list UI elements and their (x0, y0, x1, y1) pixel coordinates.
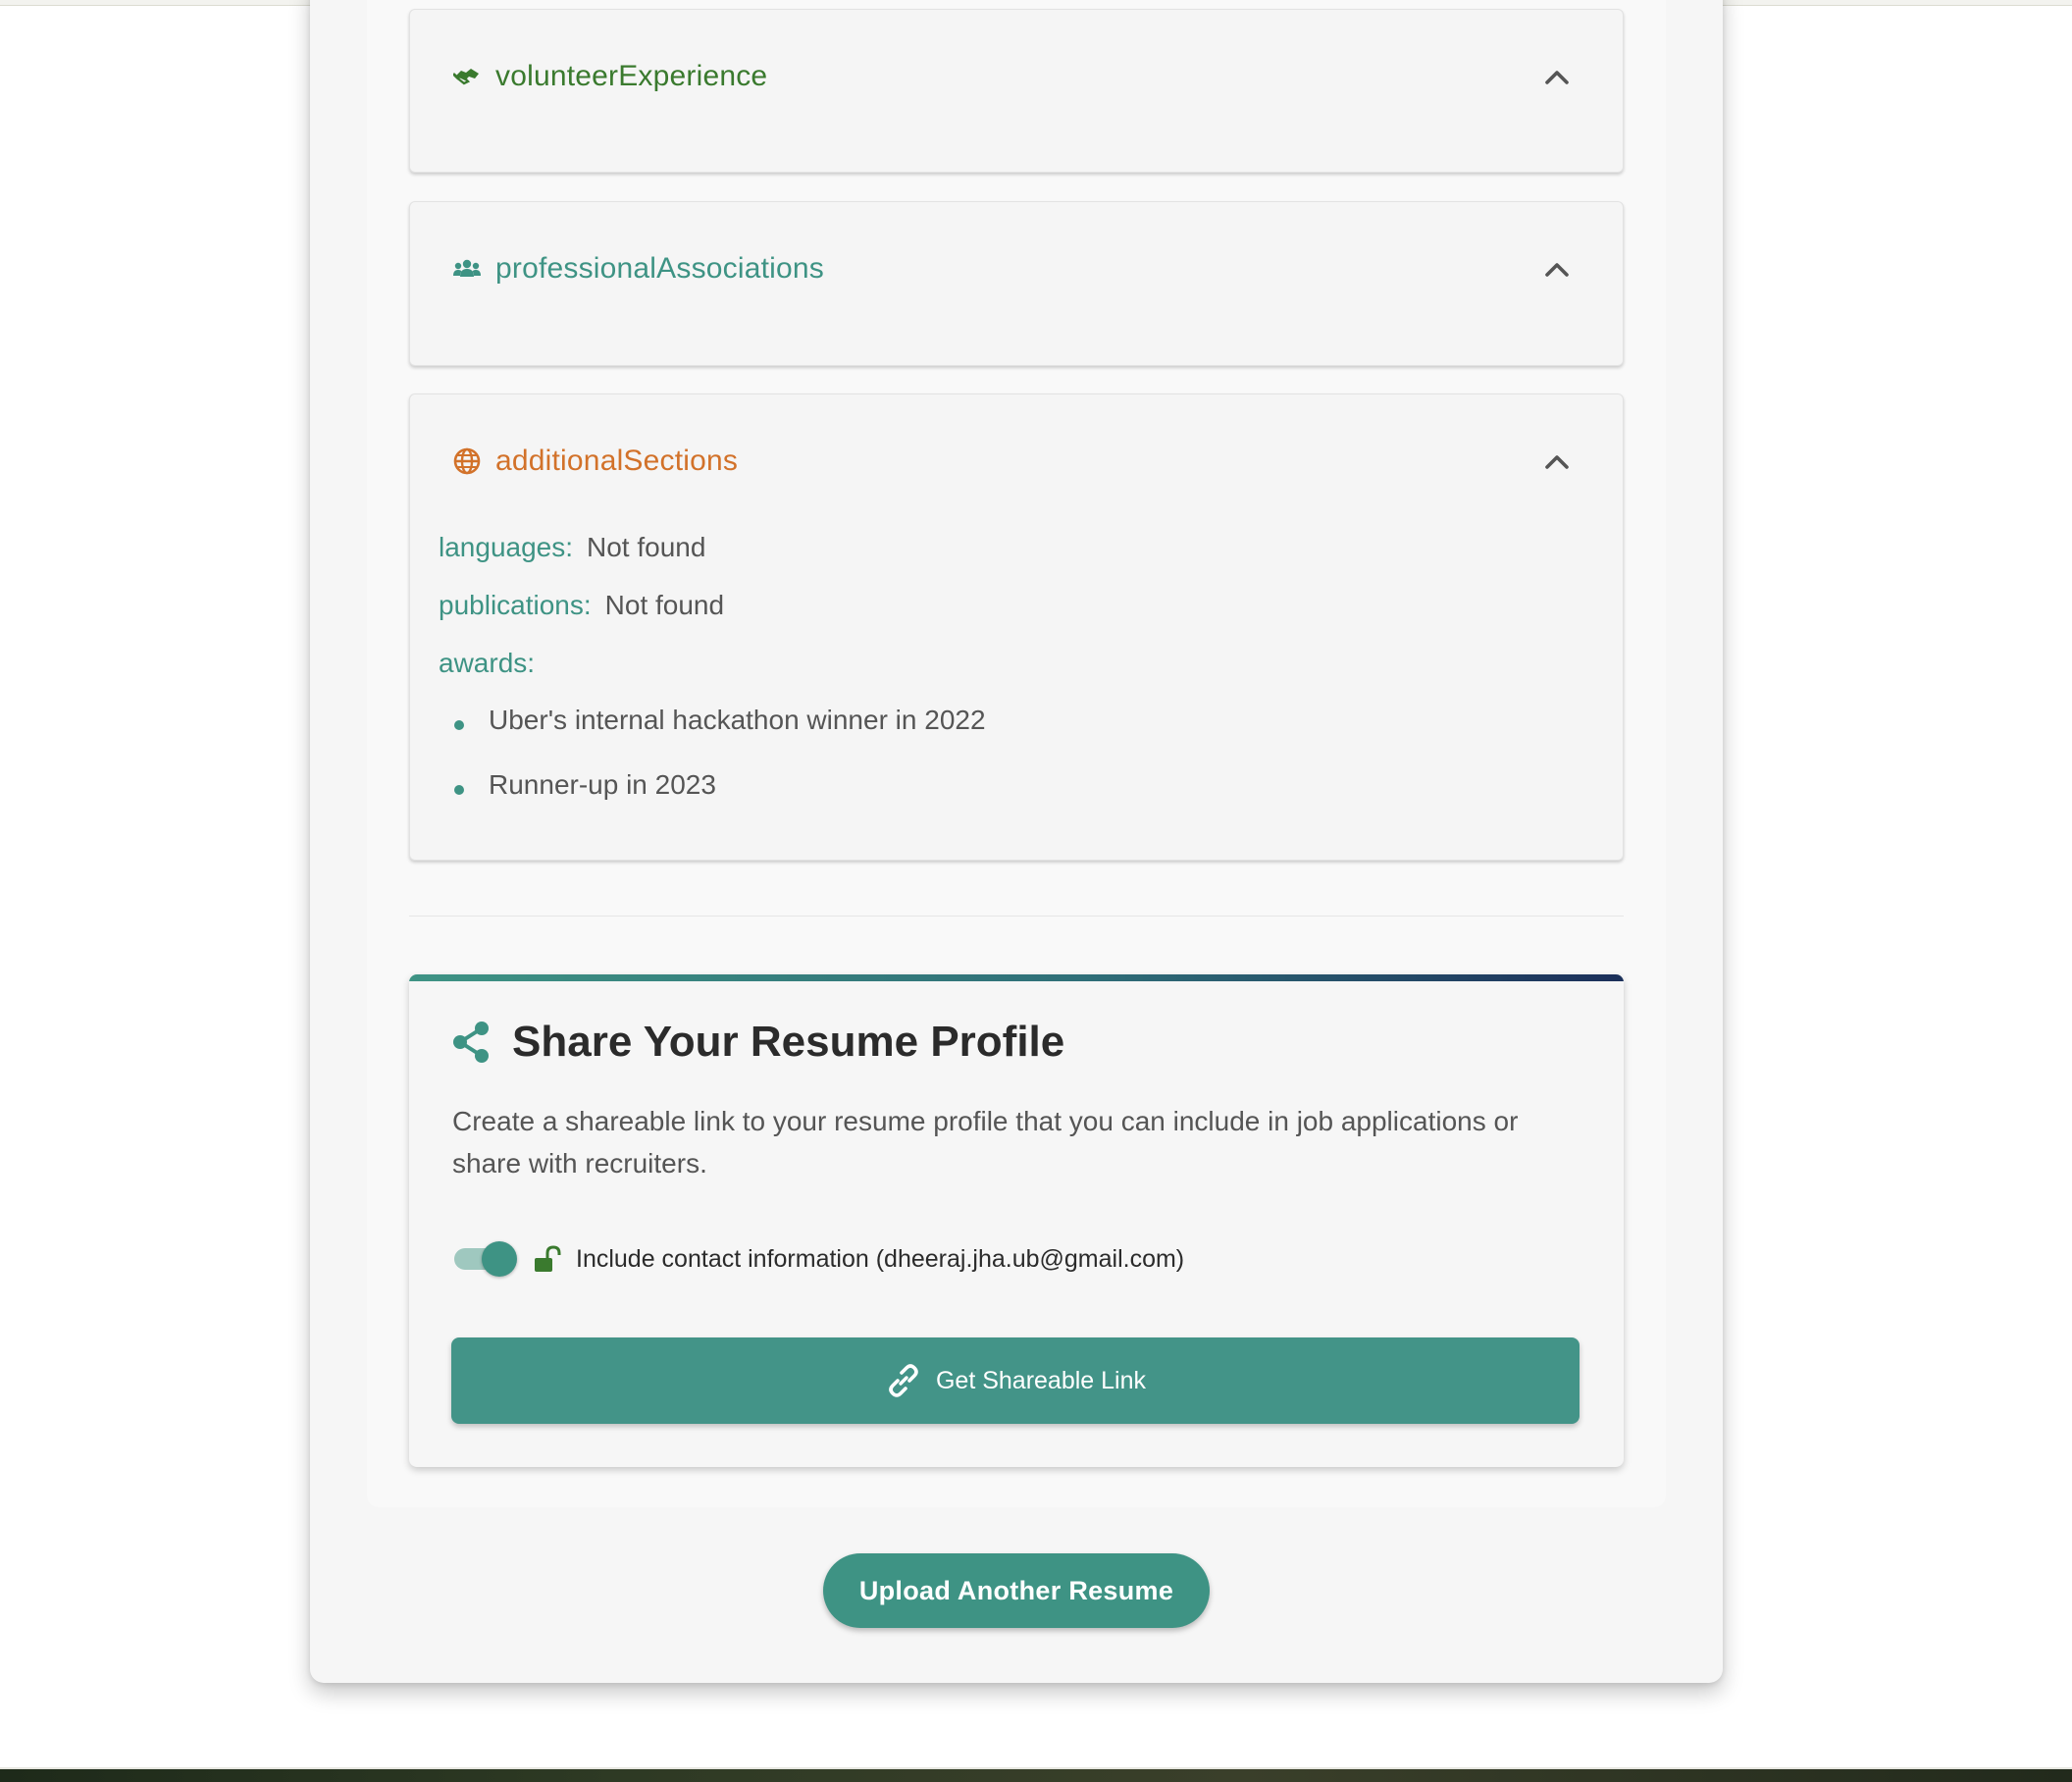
field-awards: awards: (439, 648, 548, 679)
share-title: Share Your Resume Profile (512, 1018, 1065, 1066)
chevron-up-icon[interactable] (1540, 253, 1574, 287)
include-contact-toggle[interactable] (452, 1241, 519, 1277)
accordion-header[interactable]: professionalAssociations (452, 249, 824, 288)
desktop-background-edge (0, 1767, 2072, 1782)
bullet-dot (454, 785, 464, 795)
button-label: Upload Another Resume (858, 1575, 1174, 1605)
field-value: Not found (604, 590, 725, 620)
get-shareable-link-button[interactable]: Get Shareable Link (451, 1337, 1580, 1424)
share-header: Share Your Resume Profile (451, 1018, 1064, 1067)
share-description: Create a shareable link to your resume p… (452, 1106, 1519, 1179)
chevron-up-icon[interactable] (1540, 446, 1574, 479)
accordion-header[interactable]: additionalSections (452, 442, 738, 481)
handshake-icon (452, 62, 482, 91)
field-value: Not found (587, 532, 706, 562)
list-item: Uber's internal hackathon winner in 2022 (454, 705, 986, 736)
button-label: Get Shareable Link (935, 1366, 1147, 1394)
award-text: Runner-up in 2023 (489, 769, 716, 800)
list-item: Runner-up in 2023 (454, 769, 716, 801)
accordion-title: professionalAssociations (495, 252, 824, 285)
share-profile-card: Share Your Resume Profile Create a share… (409, 974, 1624, 1467)
card-accent-bar (409, 974, 1624, 981)
accordion-title: additionalSections (495, 445, 739, 477)
unlock-icon (535, 1245, 561, 1272)
link-icon (889, 1364, 918, 1397)
accordion-header[interactable]: volunteerExperience (452, 57, 767, 96)
share-icon (453, 1022, 489, 1063)
field-label: awards: (439, 648, 536, 678)
toggle-knob (482, 1241, 517, 1277)
toggle-label: Include contact information (dheeraj.jha… (576, 1244, 1185, 1273)
globe-icon (452, 446, 482, 476)
chevron-up-icon[interactable] (1540, 61, 1574, 94)
contact-toggle-row: Include contact information (dheeraj.jha… (452, 1241, 1184, 1277)
award-text: Uber's internal hackathon winner in 2022 (489, 705, 986, 735)
page: volunteerExperience professionalAssociat… (0, 0, 2072, 1782)
bullet-dot (454, 720, 464, 730)
field-publications: publications: Not found (439, 590, 724, 621)
accordion-volunteer-experience[interactable]: volunteerExperience (409, 9, 1624, 173)
upload-another-resume-button[interactable]: Upload Another Resume (823, 1553, 1210, 1628)
accordion-professional-associations[interactable]: professionalAssociations (409, 201, 1624, 366)
field-languages: languages: Not found (439, 532, 705, 563)
accordion-title: volunteerExperience (495, 60, 768, 92)
accordion-additional-sections[interactable]: additionalSections languages: Not found … (409, 393, 1624, 861)
section-divider (409, 916, 1624, 917)
field-label: publications: (439, 590, 592, 620)
field-label: languages: (439, 532, 574, 562)
users-icon (452, 254, 482, 284)
